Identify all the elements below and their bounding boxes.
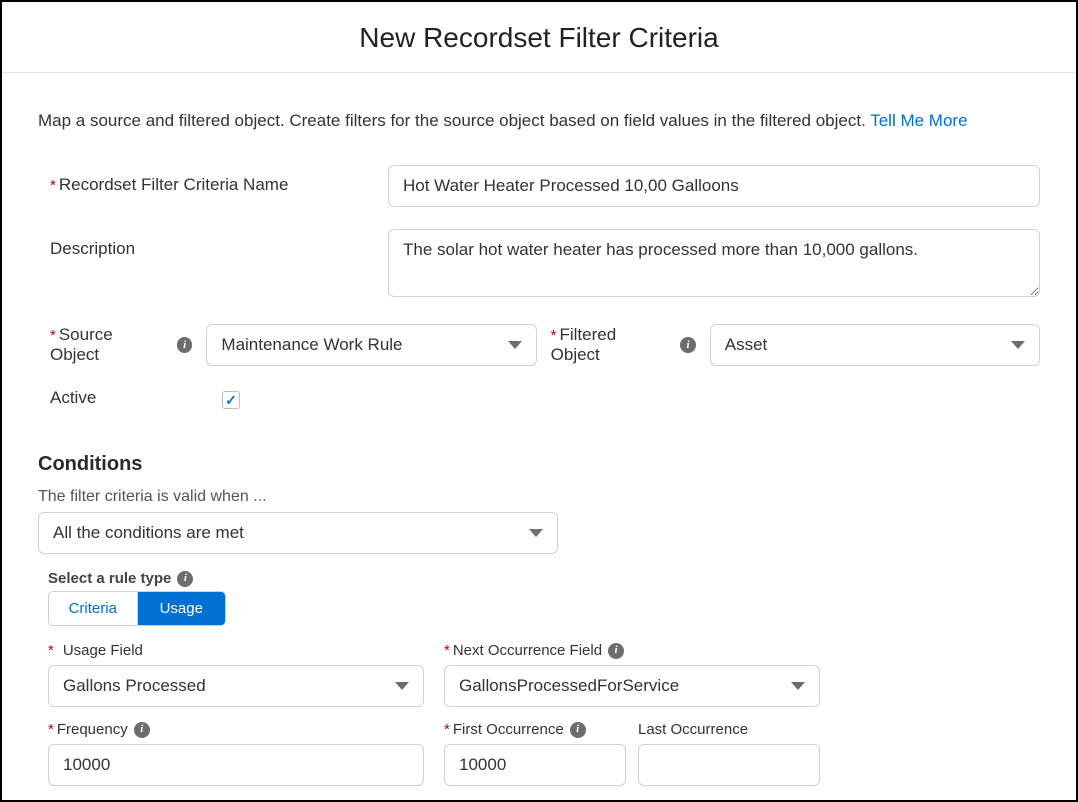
conditions-logic-value: All the conditions are met (53, 523, 244, 543)
next-occurrence-select[interactable]: GallonsProcessedForService (444, 665, 820, 707)
label-name: Recordset Filter Criteria Name (38, 165, 388, 195)
label-usage-field: Usage Field (48, 642, 424, 659)
info-icon[interactable]: i (608, 643, 624, 659)
col-name-input (388, 165, 1040, 207)
filtered-object-select[interactable]: Asset (710, 324, 1040, 366)
usage-field-col: Usage Field Gallons Processed (48, 642, 424, 707)
occurrence-inputs (444, 744, 820, 786)
label-source-object: Source Object (50, 325, 163, 365)
label-active: Active (50, 388, 208, 408)
conditions-logic-select[interactable]: All the conditions are met (38, 512, 558, 554)
label-first-occurrence-text: First Occurrence (444, 721, 564, 738)
usage-row-1: Usage Field Gallons Processed Next Occur… (48, 642, 1040, 707)
chevron-down-icon (395, 682, 409, 690)
chevron-down-icon (791, 682, 805, 690)
label-next-occurrence: Next Occurrence Field i (444, 642, 820, 659)
usage-field-select[interactable]: Gallons Processed (48, 665, 424, 707)
chevron-down-icon (1011, 341, 1025, 349)
next-occurrence-value: GallonsProcessedForService (459, 676, 679, 696)
occurrence-labels: First Occurrence i Last Occurrence (444, 721, 820, 744)
info-icon[interactable]: i (177, 571, 193, 587)
chevron-down-icon (529, 529, 543, 537)
rule-type-label: Select a rule type i (48, 570, 1040, 587)
info-icon[interactable]: i (134, 722, 150, 738)
row-name: Recordset Filter Criteria Name (38, 165, 1040, 207)
usage-field-value: Gallons Processed (63, 676, 206, 696)
label-filtered-object: Filtered Object (551, 325, 667, 365)
source-object-value: Maintenance Work Rule (221, 335, 402, 355)
usage-row-2: Frequency i First Occurrence i Last Occu… (48, 721, 1040, 786)
info-icon[interactable]: i (680, 337, 696, 353)
label-description: Description (38, 229, 388, 259)
chevron-down-icon (508, 341, 522, 349)
source-object-select[interactable]: Maintenance Work Rule (206, 324, 536, 366)
label-first-occurrence: First Occurrence i (444, 721, 626, 738)
row-objects: Source Object i Maintenance Work Rule Fi… (38, 324, 1040, 366)
content-area: Map a source and filtered object. Create… (2, 73, 1076, 786)
check-icon: ✓ (225, 392, 237, 409)
rule-type-tabs: Criteria Usage (48, 591, 226, 626)
description-textarea[interactable] (388, 229, 1040, 297)
frequency-input[interactable] (48, 744, 424, 786)
modal-frame: New Recordset Filter Criteria Map a sour… (0, 0, 1078, 802)
tab-usage[interactable]: Usage (137, 592, 226, 625)
occurrence-col: First Occurrence i Last Occurrence (444, 721, 820, 786)
tab-criteria[interactable]: Criteria (49, 592, 137, 625)
last-occurrence-input[interactable] (638, 744, 820, 786)
label-last-occurrence: Last Occurrence (638, 721, 820, 738)
titlebar: New Recordset Filter Criteria (2, 2, 1076, 73)
rule-type-label-text: Select a rule type (48, 570, 171, 587)
label-frequency: Frequency i (48, 721, 424, 738)
filtered-object-value: Asset (725, 335, 768, 355)
info-icon[interactable]: i (570, 722, 586, 738)
intro-text: Map a source and filtered object. Create… (38, 111, 870, 130)
col-description-input (388, 229, 1040, 302)
active-checkbox[interactable]: ✓ (222, 391, 240, 409)
info-icon[interactable]: i (177, 337, 193, 353)
conditions-subtext: The filter criteria is valid when ... (38, 488, 1040, 506)
conditions-heading: Conditions (38, 453, 1040, 476)
label-next-occurrence-text: Next Occurrence Field (444, 642, 602, 659)
row-description: Description (38, 229, 1040, 302)
label-frequency-text: Frequency (48, 721, 128, 738)
first-occurrence-input[interactable] (444, 744, 626, 786)
intro-paragraph: Map a source and filtered object. Create… (38, 111, 1040, 131)
frequency-col: Frequency i (48, 721, 424, 786)
row-active: Active ✓ (38, 388, 1040, 409)
tell-me-more-link[interactable]: Tell Me More (870, 111, 967, 130)
next-occurrence-col: Next Occurrence Field i GallonsProcessed… (444, 642, 820, 707)
name-input[interactable] (388, 165, 1040, 207)
page-title: New Recordset Filter Criteria (2, 22, 1076, 54)
